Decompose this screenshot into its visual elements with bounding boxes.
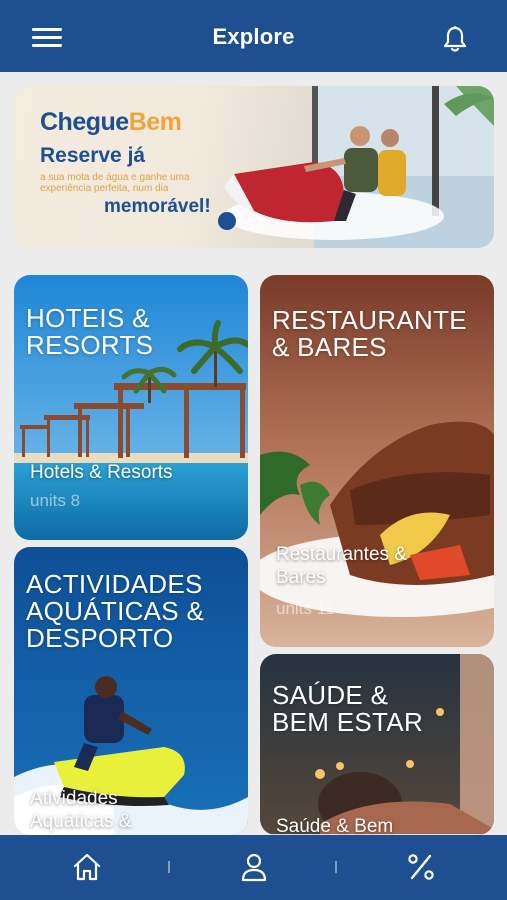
bell-icon[interactable] xyxy=(440,24,470,54)
card-heading-line: BEM ESTAR xyxy=(272,707,424,737)
card-label: Hotels & Resorts xyxy=(30,462,173,483)
banner-emphasis: memorável! xyxy=(104,196,211,217)
card-heading-line: SAÚDE & xyxy=(272,680,389,710)
promo-banner[interactable]: ChegueBem Reserve já a sua mota de água … xyxy=(14,86,494,248)
jet-ski-couple-image xyxy=(224,86,494,248)
card-heading-line: RESORTS xyxy=(26,330,154,360)
percent-icon[interactable] xyxy=(403,849,439,885)
nav-divider xyxy=(335,861,337,873)
card-label: Restaurantes & xyxy=(276,544,407,565)
category-card-water-activities[interactable]: ACTIVIDADES AQUÁTICAS & DESPORTO Ativida… xyxy=(14,547,248,835)
user-icon[interactable] xyxy=(236,849,272,885)
nav-divider xyxy=(168,861,170,873)
card-label: Atividades xyxy=(30,788,118,809)
category-card-restaurants-bars[interactable]: RESTAURANTE & BARES Restaurantes & Bares… xyxy=(260,275,494,647)
carousel-indicator[interactable] xyxy=(218,212,236,230)
category-card-health-wellness[interactable]: SAÚDE & BEM ESTAR Saúde & Bem xyxy=(260,654,494,835)
card-heading-line: DESPORTO xyxy=(26,623,174,653)
top-app-bar: Explore xyxy=(0,0,507,72)
category-card-hotels-resorts[interactable]: HOTEIS & RESORTS Hotels & Resorts units … xyxy=(14,275,248,540)
banner-body-text: a sua mota de água e ganhe uma experiênc… xyxy=(40,172,190,194)
card-label: Saúde & Bem xyxy=(276,816,394,835)
banner-headline: Reserve já xyxy=(40,144,146,167)
card-heading-line: ACTIVIDADES xyxy=(26,569,203,599)
card-heading-line: & BARES xyxy=(272,332,387,362)
card-heading-line: RESTAURANTE xyxy=(272,305,467,335)
bottom-navigation xyxy=(0,835,507,900)
card-label: Bares xyxy=(276,567,326,588)
brand-logo: ChegueBem xyxy=(40,108,182,136)
card-units: units 8 xyxy=(30,491,81,510)
home-icon[interactable] xyxy=(69,849,105,885)
page-title: Explore xyxy=(212,24,295,49)
card-label: Aquáticas & xyxy=(30,811,132,832)
card-heading-line: AQUÁTICAS & xyxy=(26,596,205,626)
card-units: units 11 xyxy=(276,599,335,618)
card-heading-line: HOTEIS & xyxy=(26,303,150,333)
